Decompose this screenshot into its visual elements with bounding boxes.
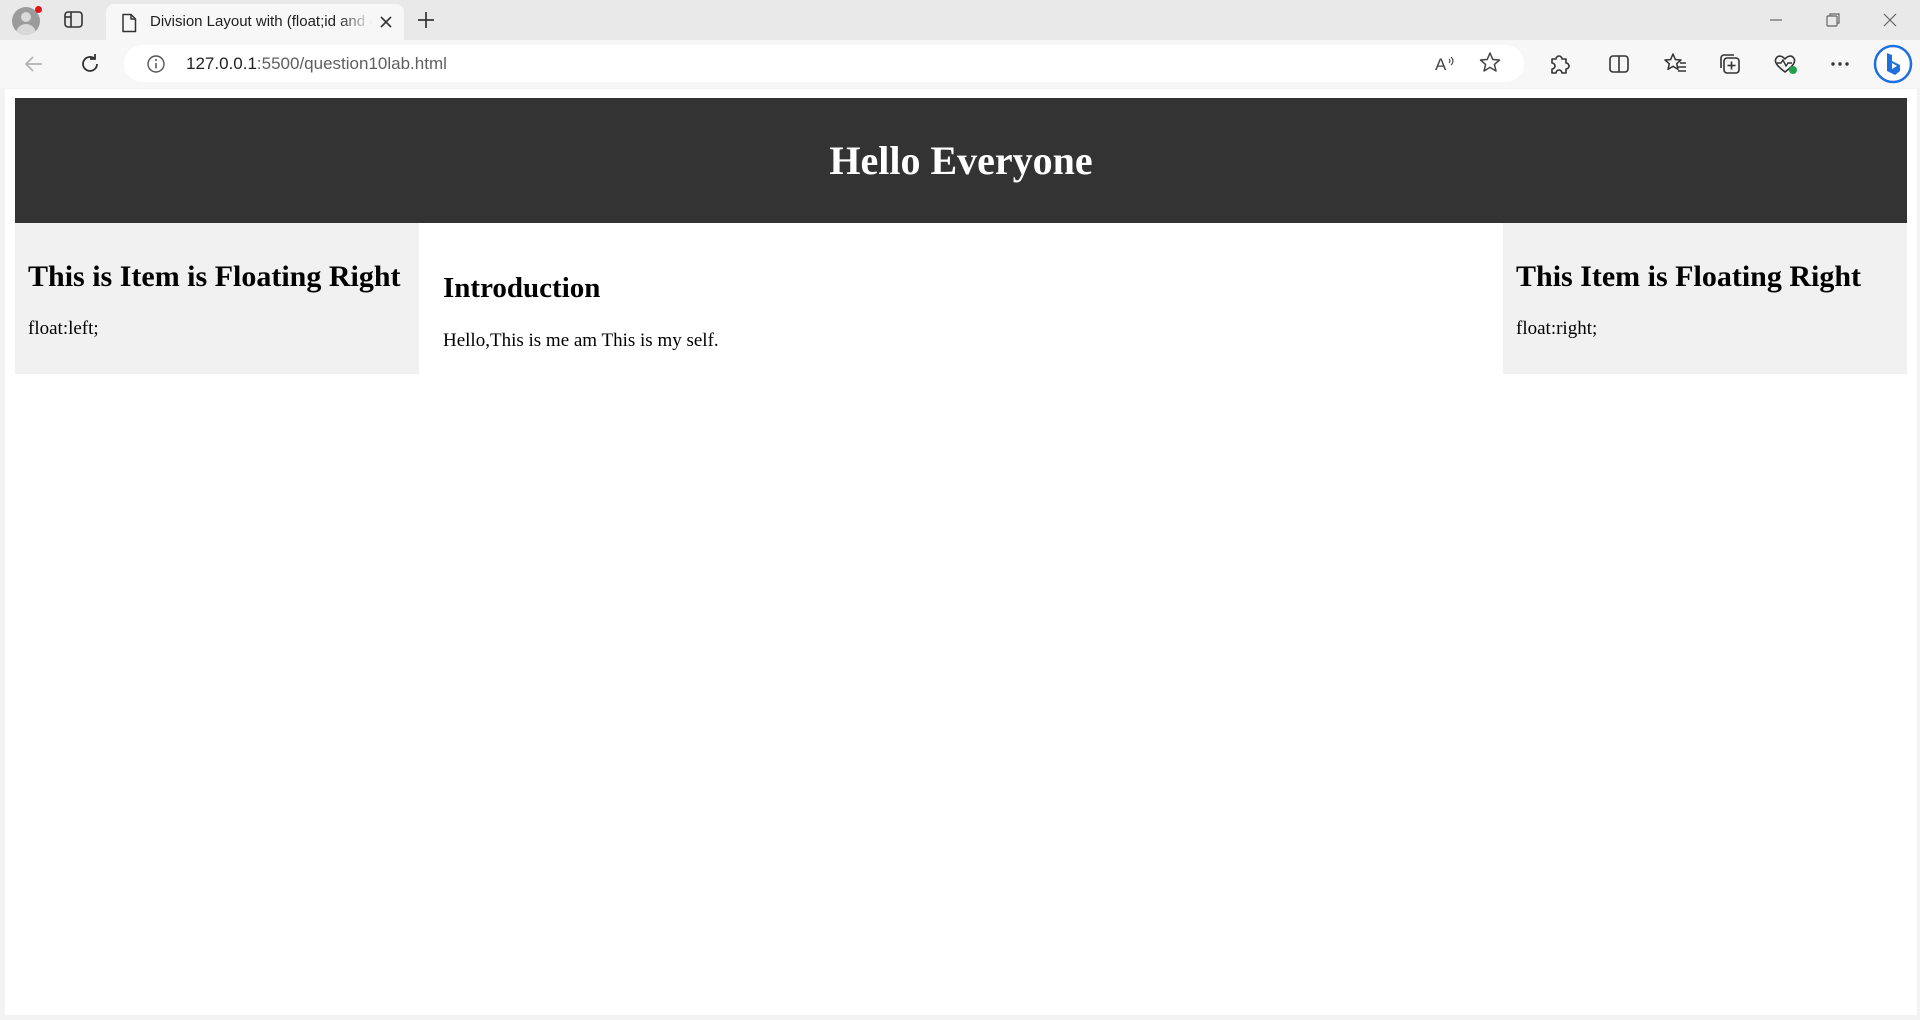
profile-notification-dot	[35, 6, 42, 13]
svg-text:A: A	[1435, 55, 1447, 74]
close-tab-icon[interactable]	[376, 12, 396, 32]
browser-toolbar: 127.0.0.1:5500/question10lab.html A	[0, 40, 1920, 114]
page-title: Hello Everyone	[829, 138, 1093, 183]
star-icon[interactable]	[1476, 49, 1504, 77]
back-arrow-icon[interactable]	[20, 50, 48, 78]
minimize-icon[interactable]	[1761, 8, 1791, 32]
bing-icon[interactable]	[1873, 44, 1913, 84]
address-bar[interactable]: 127.0.0.1:5500/question10lab.html A	[124, 45, 1524, 82]
main-content: Introduction Hello,This is me am This is…	[443, 223, 1503, 374]
active-tab[interactable]: Division Layout with (float;id and class…	[106, 4, 404, 40]
favorites-icon[interactable]	[1661, 50, 1689, 78]
collections-icon[interactable]	[1716, 50, 1744, 78]
tab-actions-icon[interactable]	[62, 9, 86, 31]
heart-pulse-icon[interactable]	[1771, 50, 1799, 78]
right-float-box: This Item is Floating Right float:right;	[1503, 223, 1907, 374]
new-tab-icon[interactable]	[414, 8, 438, 32]
left-box-text: float:left;	[28, 318, 99, 339]
split-screen-icon[interactable]	[1605, 50, 1633, 78]
url-path: :5500/question10lab.html	[256, 54, 447, 73]
page-viewport: Hello Everyone This is Item is Floating …	[5, 89, 1917, 1015]
right-box-heading: This Item is Floating Right	[1516, 260, 1862, 293]
right-box-text: float:right;	[1516, 318, 1598, 339]
restore-icon[interactable]	[1818, 8, 1848, 32]
puzzle-icon[interactable]	[1545, 50, 1573, 78]
left-box-heading: This is Item is Floating Right	[28, 260, 401, 293]
page-icon	[120, 13, 138, 38]
url-host: 127.0.0.1	[186, 54, 257, 73]
url-text[interactable]: 127.0.0.1:5500/question10lab.html	[186, 54, 447, 74]
reload-icon[interactable]	[76, 50, 104, 78]
more-icon[interactable]	[1826, 50, 1854, 78]
main-text: Hello,This is me am This is my self.	[443, 330, 719, 351]
left-float-box: This is Item is Floating Right float:lef…	[15, 223, 419, 374]
read-aloud-icon[interactable]: A	[1430, 49, 1458, 77]
site-header: Hello Everyone	[15, 98, 1907, 223]
main-heading: Introduction	[443, 272, 601, 304]
info-icon[interactable]	[146, 54, 166, 79]
tab-strip: Division Layout with (float;id and class…	[0, 0, 1920, 40]
close-window-icon[interactable]	[1875, 8, 1905, 32]
tab-title: Division Layout with (float;id and class…	[150, 13, 372, 30]
